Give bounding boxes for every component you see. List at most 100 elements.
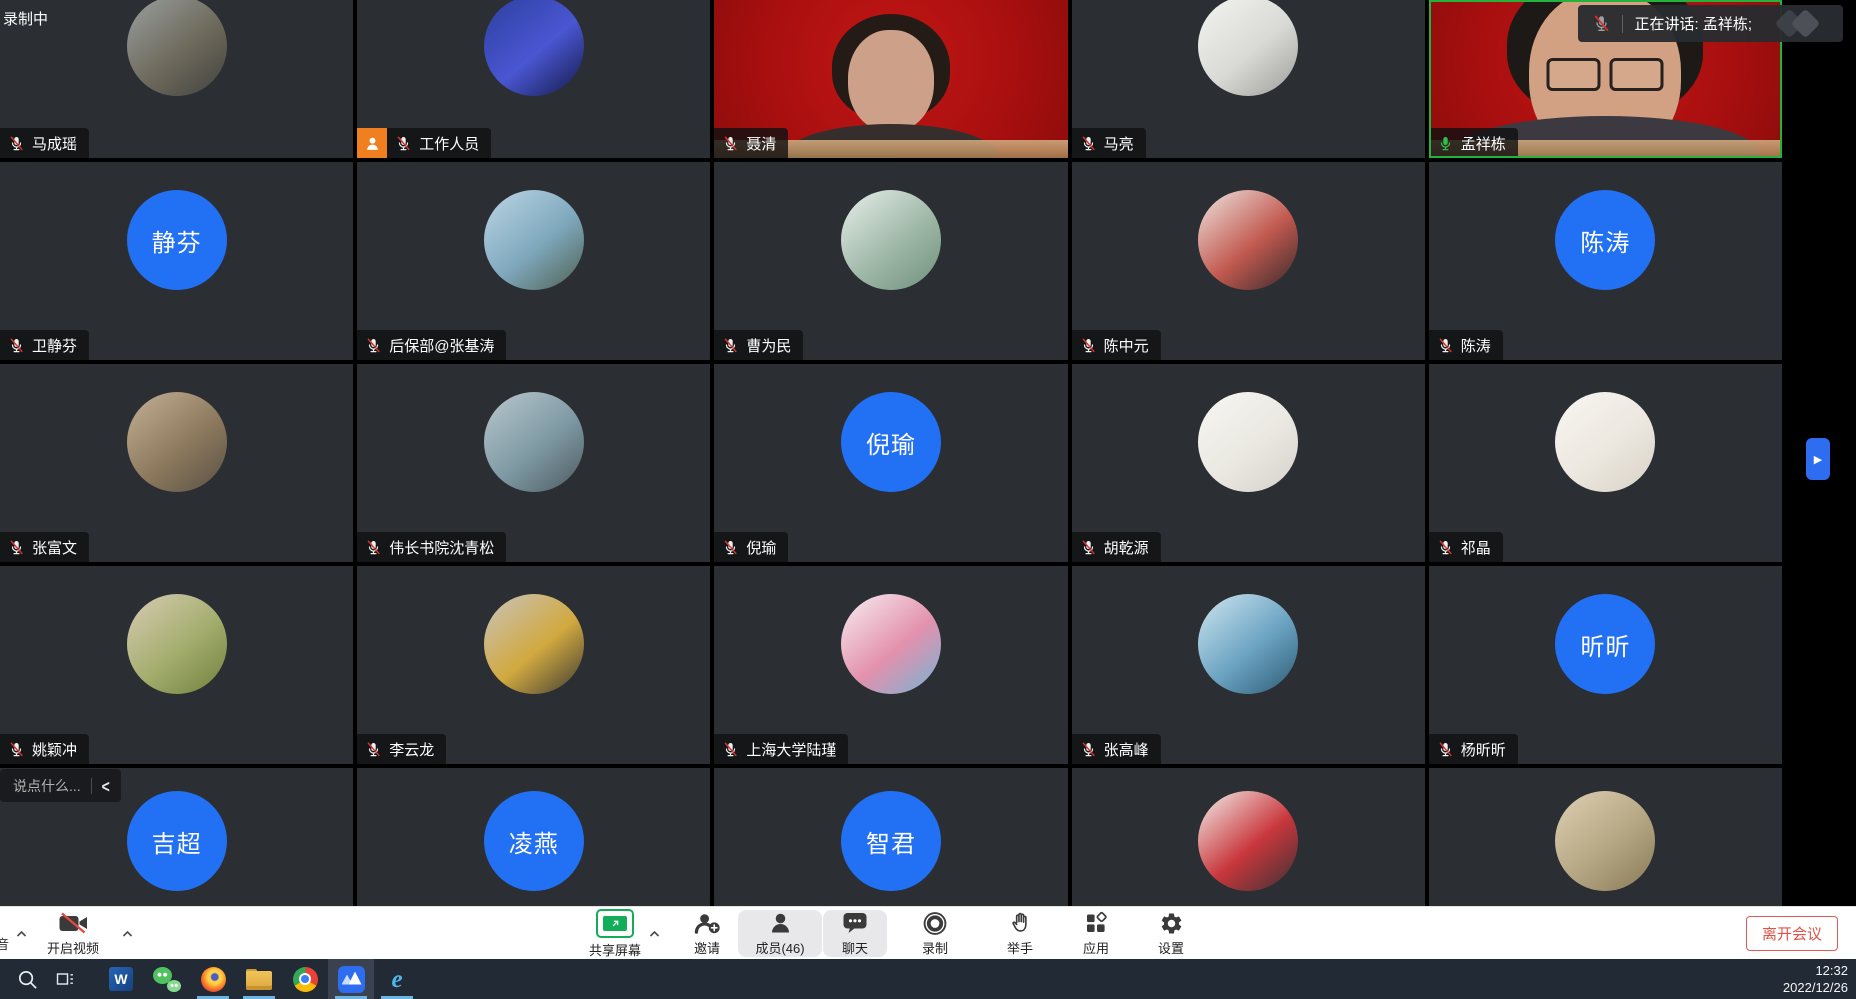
avatar: 倪瑜 [841,392,941,492]
participant-label: 陈中元 [1072,330,1161,360]
share-screen-icon [596,909,634,938]
participant-name: 卫静芬 [32,335,77,356]
divider [91,778,92,794]
mic-muted-icon [8,337,25,354]
invite-button[interactable]: 邀请 [677,910,737,957]
participant-tile[interactable]: 昕昕杨昕昕 [1429,566,1782,764]
clock-time: 12:32 [1783,962,1848,979]
participant-label: 马成瑶 [0,128,89,158]
chat-label: 聊天 [842,938,868,957]
members-button[interactable]: 成员(46) [738,910,822,957]
apps-button[interactable]: 应用 [1064,910,1128,957]
participant-label: 伟长书院沈青松 [357,532,506,562]
participant-name: 后保部@张基涛 [389,335,494,356]
mic-on-icon [1437,135,1454,152]
mic-muted-icon [8,539,25,556]
participant-tile[interactable]: 后保部@张基涛 [357,162,710,360]
participant-tile[interactable]: 倪瑜倪瑜 [714,364,1067,562]
firefox-icon[interactable] [190,959,236,999]
participant-tile[interactable]: 上海大学陆瑾 [714,566,1067,764]
gear-icon [1159,910,1184,936]
avatar [1198,392,1298,492]
participant-tile[interactable]: 胡乾源 [1072,364,1425,562]
mic-muted-icon [1437,539,1454,556]
mic-muted-icon [722,337,739,354]
participant-tile[interactable]: 智君 [714,768,1067,906]
participant-name: 杨昕昕 [1461,739,1506,760]
share-options-chevron-icon[interactable] [648,925,661,943]
participant-tile[interactable]: 工作人员 [357,0,710,158]
mic-muted-icon [722,741,739,758]
video-options-chevron-icon[interactable] [121,925,134,943]
mic-muted-icon [365,337,382,354]
participant-tile[interactable]: 李云龙 [357,566,710,764]
chrome-icon[interactable] [282,959,328,999]
participant-name: 聂清 [746,133,776,154]
leave-meeting-button[interactable]: 离开会议 [1746,916,1838,951]
participant-name: 陈涛 [1461,335,1491,356]
participant-tile[interactable] [1429,768,1782,906]
mute-button-label-clipped[interactable]: 静音 [0,934,9,953]
members-label: 成员(46) [755,938,804,957]
meeting-app-window: { "header": { "recording_label": "录制中", … [0,0,1856,999]
mic-muted-icon [1437,337,1454,354]
word-icon[interactable]: W [98,959,144,999]
participant-name: 上海大学陆瑾 [746,739,836,760]
ie-glyph: e [391,967,402,992]
participant-tile[interactable]: 张高峰 [1072,566,1425,764]
participant-tile[interactable] [1072,768,1425,906]
task-view-icon[interactable] [46,959,84,999]
chat-button[interactable]: 聊天 [823,910,887,957]
participant-name: 陈中元 [1104,335,1149,356]
file-explorer-icon[interactable] [236,959,282,999]
apps-label: 应用 [1083,938,1109,957]
mic-muted-icon [365,539,382,556]
participant-name: 伟长书院沈青松 [389,537,494,558]
raise-hand-button[interactable]: 举手 [988,910,1052,957]
participant-name: 马成瑶 [32,133,77,154]
invite-person-icon [694,910,721,936]
meeting-app-icon[interactable] [328,959,374,999]
participant-label: 胡乾源 [1072,532,1161,562]
speaking-banner-label: 正在讲话: 孟祥栋; [1634,13,1752,34]
avatar [1198,594,1298,694]
meeting-logo-watermark-icon [1767,10,1833,38]
participant-tile[interactable]: 马成瑶 [0,0,353,158]
participant-tile[interactable]: 马亮 [1072,0,1425,158]
internet-explorer-icon[interactable]: e [374,959,420,999]
mic-muted-icon [1080,337,1097,354]
participant-tile[interactable]: 姚颖冲 [0,566,353,764]
wechat-icon[interactable] [144,959,190,999]
participant-tile[interactable]: 张富文 [0,364,353,562]
avatar [127,594,227,694]
settings-button[interactable]: 设置 [1139,910,1203,957]
participant-tile[interactable]: 祁晶 [1429,364,1782,562]
share-screen-button[interactable]: 共享屏幕 [572,910,658,957]
participant-tile[interactable]: 陈涛陈涛 [1429,162,1782,360]
participant-name: 祁晶 [1461,537,1491,558]
chat-input-collapsed[interactable]: 说点什么... < [0,769,121,802]
search-icon[interactable] [8,959,46,999]
participant-tile[interactable]: 曹为民 [714,162,1067,360]
avatar [1198,0,1298,96]
start-video-button[interactable]: 开启视频 [27,910,119,957]
record-label: 录制 [922,938,948,957]
chat-placeholder: 说点什么... [13,776,81,796]
raise-hand-icon [1009,910,1032,936]
taskbar-clock[interactable]: 12:32 2022/12/26 [1783,962,1848,996]
participant-tile[interactable]: 陈中元 [1072,162,1425,360]
participant-label: 张高峰 [1072,734,1161,764]
participant-tile[interactable]: 伟长书院沈青松 [357,364,710,562]
participant-tile[interactable]: 静芬卫静芬 [0,162,353,360]
participant-tile[interactable]: 聂清 [714,0,1067,158]
collapse-chat-icon[interactable]: < [102,776,110,796]
avatar [484,594,584,694]
avatar [1555,392,1655,492]
participant-label: 杨昕昕 [1429,734,1518,764]
avatar: 陈涛 [1555,190,1655,290]
next-page-button[interactable]: ▶ [1806,438,1830,480]
participant-tile[interactable]: 凌燕 [357,768,710,906]
record-button[interactable]: 录制 [903,910,967,957]
avatar: 静芬 [127,190,227,290]
participant-label: 祁晶 [1429,532,1503,562]
